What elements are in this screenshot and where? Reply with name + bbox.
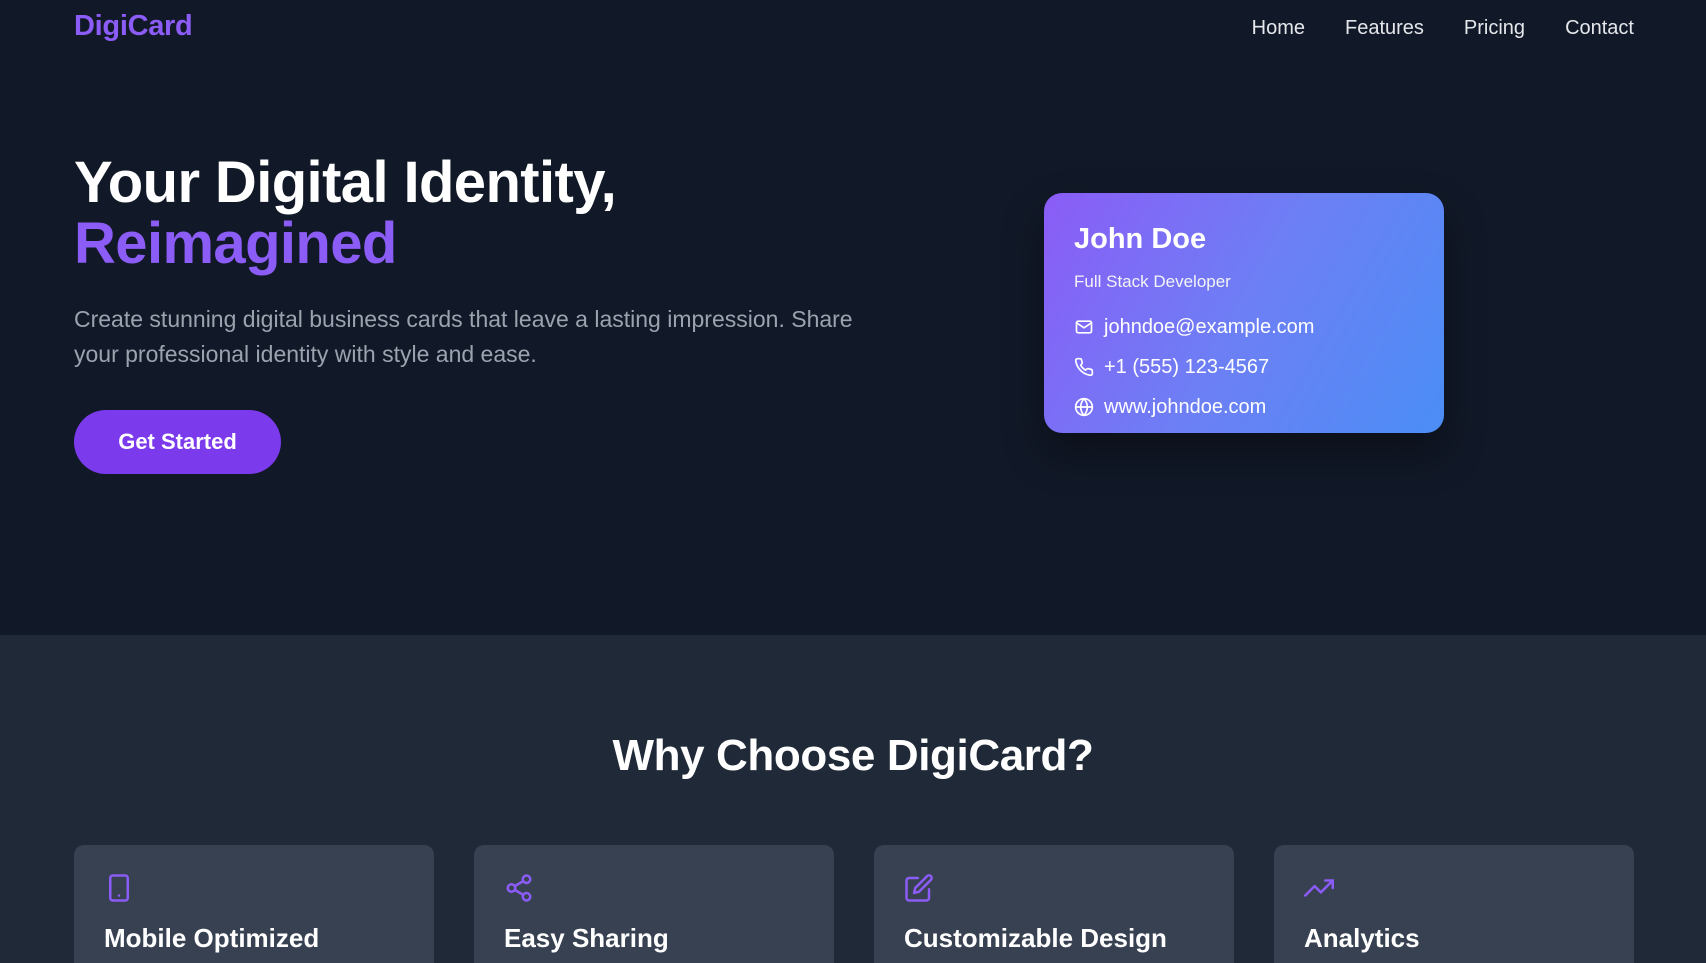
hero-subtitle: Create stunning digital business cards t… [74,306,853,367]
logo[interactable]: DigiCard [74,10,193,43]
card-phone-row: +1 (555) 123-4567 [1074,354,1414,380]
trending-up-icon [1304,873,1334,903]
share-icon [504,873,534,903]
feature-title: Analytics [1304,923,1420,953]
nav-link-pricing[interactable]: Pricing [1464,17,1525,40]
nav-link-contact[interactable]: Contact [1565,17,1634,40]
feature-title: Easy Sharing [504,923,669,953]
card-name: John Doe [1074,223,1207,255]
edit-icon [904,873,934,903]
card-website[interactable]: www.johndoe.com [1104,396,1266,419]
smartphone-icon [104,873,134,903]
feature-title: Customizable Design [904,923,1167,953]
hero-section: Your Digital Identity, Reimagined Create… [0,62,1706,635]
feature-card-mobile: Mobile Optimized [74,845,434,963]
business-card-preview: John Doe Full Stack Developer johndoe@ex… [1044,193,1444,433]
card-phone[interactable]: +1 (555) 123-4567 [1104,356,1269,379]
hero-title-accent: Reimagined [74,211,397,276]
mail-icon [1074,317,1094,337]
features-title: Why Choose DigiCard? [612,731,1094,780]
nav-link-features[interactable]: Features [1345,17,1424,40]
card-website-row: www.johndoe.com [1074,394,1414,420]
feature-card-customizable: Customizable Design [874,845,1234,963]
hero-title-line1: Your Digital Identity, [74,150,617,215]
navbar: DigiCard Home Features Pricing Contact [0,0,1706,62]
card-email[interactable]: johndoe@example.com [1104,316,1314,339]
hero-title: Your Digital Identity, Reimagined [74,150,617,276]
feature-title: Mobile Optimized [104,923,320,953]
card-role: Full Stack Developer [1074,272,1231,291]
nav-links: Home Features Pricing Contact [1252,17,1634,40]
features-section: Why Choose DigiCard? Mobile Optimized Ea… [0,635,1706,963]
nav-link-home[interactable]: Home [1252,17,1305,40]
get-started-button[interactable]: Get Started [74,410,281,474]
card-email-row: johndoe@example.com [1074,314,1414,340]
phone-icon [1074,357,1094,377]
feature-card-analytics: Analytics [1274,845,1634,963]
feature-card-sharing: Easy Sharing [474,845,834,963]
globe-icon [1074,397,1094,417]
